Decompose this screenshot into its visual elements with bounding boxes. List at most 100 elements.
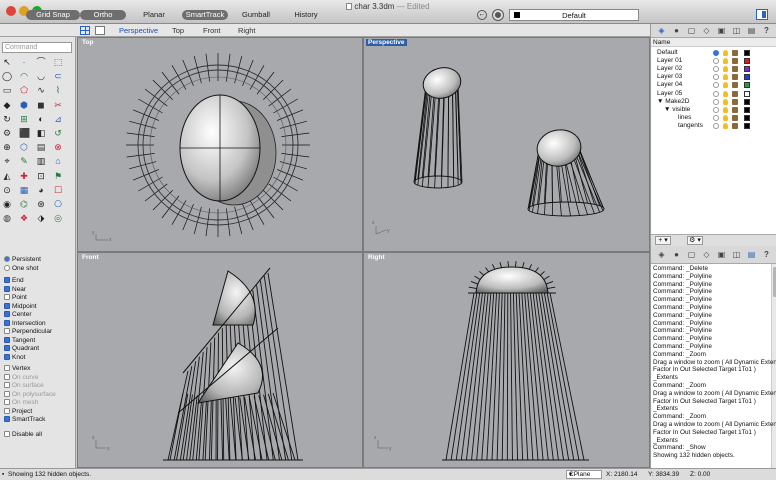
polygon-tool-icon[interactable]: ▭ [2,85,12,95]
osnap-knot[interactable]: Knot [4,353,25,362]
mesh-tool-icon[interactable]: ⬡ [19,142,29,152]
arc-tool-icon[interactable]: ◠ [19,71,29,81]
delete-tool-icon[interactable]: ⊗ [53,142,63,152]
checkbox-icon[interactable] [4,416,10,422]
lock-icon[interactable] [732,66,738,73]
osnap-one-shot[interactable]: One shot [4,264,38,273]
command-history-tab-icon[interactable]: ▤ [747,250,756,259]
current-layer-radio-icon[interactable] [713,74,719,81]
shade-tool-icon[interactable]: ◐ [36,114,46,124]
house-tool-icon[interactable]: ⌂ [53,156,63,166]
current-layer-dropdown[interactable]: Default [509,9,639,21]
grid-snap-toggle[interactable]: Grid Snap [26,10,80,20]
checkbox-icon[interactable] [4,390,10,397]
visibility-bulb-icon[interactable] [723,90,728,97]
layer-row[interactable]: Layer 03 [651,73,776,81]
current-layer-radio-icon[interactable] [713,50,719,56]
lock-icon[interactable] [732,58,738,65]
visibility-bulb-icon[interactable] [723,74,728,81]
layer-row[interactable]: Layer 02 [651,65,776,73]
tab-top[interactable]: Top [172,26,184,35]
pentagon-tool-icon[interactable]: ⬠ [19,85,29,95]
layer-row[interactable]: Layer 04 [651,81,776,89]
checkbox-icon[interactable] [4,345,10,351]
viewport-front[interactable]: z x Front [77,252,363,468]
radio-icon[interactable] [4,264,10,271]
extrude-tool-icon[interactable]: ◼ [36,100,46,110]
current-layer-radio-icon[interactable] [713,114,719,121]
ortho-toggle[interactable]: Ortho [80,10,126,20]
help-tab-icon[interactable]: ? [762,26,771,35]
osnap-disable-all[interactable]: Disable all [4,430,42,439]
history-toggle[interactable]: History [284,10,328,20]
tab-right[interactable]: Right [238,26,256,35]
grid-tool-icon[interactable]: ▦ [19,185,29,195]
add-layer-icon[interactable]: + ▾ [655,236,671,245]
layer-color-swatch[interactable] [744,66,750,73]
layer-tool-icon[interactable]: ▤ [36,142,46,152]
layer-row[interactable]: Layer 01 [651,57,776,65]
layers-tab-icon[interactable]: ◈ [657,26,666,35]
layer-row[interactable]: Default [651,49,776,57]
visibility-bulb-icon[interactable] [723,66,728,73]
layer-row[interactable]: lines [651,114,776,122]
layer-color-swatch[interactable] [744,98,750,105]
split-tool-icon[interactable]: ◧ [36,128,46,138]
properties-tab-icon-2[interactable]: ● [672,250,681,259]
viewport-label-front[interactable]: Front [80,254,101,261]
viewport-perspective[interactable]: z y Perspective [363,37,650,252]
visibility-bulb-icon[interactable] [723,50,728,56]
viewport-label-right[interactable]: Right [366,254,387,261]
notes-tab-icon[interactable]: ▤ [747,26,756,35]
solid-box-tool-icon[interactable]: ◆ [2,100,12,110]
visibility-bulb-icon[interactable] [723,122,728,129]
freeform-tool-icon[interactable]: ∿ [36,85,46,95]
planar-toggle[interactable]: Planar [134,10,174,20]
pyramid-tool-icon[interactable]: ⬗ [36,213,46,223]
layer-color-swatch[interactable] [744,114,750,121]
layer-color-swatch[interactable] [744,122,750,129]
layer-color-swatch[interactable] [744,50,750,56]
lock-icon[interactable] [732,82,738,89]
blend-tool-icon[interactable]: ❖ [19,213,29,223]
current-layer-radio-icon[interactable] [713,58,719,65]
viewport-label-top[interactable]: Top [80,39,95,46]
radio-icon[interactable] [4,256,10,262]
arc2-tool-icon[interactable]: ◡ [36,71,46,81]
trim-tool-icon[interactable]: ✂ [53,100,63,110]
snap-tool-icon[interactable]: ⌖ [2,156,12,166]
layer-row[interactable]: Layer 05 [651,90,776,98]
sidebar-toggle-icon[interactable] [756,9,768,20]
curve-tool-icon[interactable]: ⌒ [36,57,46,67]
sphere-tool-icon[interactable]: ◉ [2,199,12,209]
current-layer-radio-icon[interactable] [713,82,719,89]
ellipse-tool-icon[interactable]: ⊂ [53,71,63,81]
material-tool-icon[interactable]: ◎ [53,213,63,223]
render-tab-icon-2[interactable]: ◫ [732,250,741,259]
visibility-bulb-icon[interactable] [723,82,728,89]
layer-row[interactable]: tangents [651,122,776,130]
checkbox-icon[interactable] [4,328,10,334]
lock-icon[interactable] [732,74,738,81]
checkbox-icon[interactable] [4,319,10,326]
viewport-right[interactable]: z y Right [363,252,650,468]
properties-tab-icon[interactable]: ● [672,26,681,35]
tab-perspective[interactable]: Perspective [119,26,158,35]
lock-icon[interactable] [732,122,738,129]
display-tab-icon-2[interactable]: ▢ [687,250,696,259]
osnap-smarttrack[interactable]: SmartTrack [4,415,45,424]
layer-color-swatch[interactable] [744,82,750,89]
command-history[interactable]: Command: _Delete Command: _Polyline Comman… [651,264,776,468]
current-layer-radio-icon[interactable] [713,66,719,73]
add-tool-icon[interactable]: ✚ [19,171,29,181]
dot-tool-icon[interactable]: ◍ [2,213,12,223]
checkbox-icon[interactable] [4,430,10,437]
checkbox-icon[interactable] [4,302,10,309]
frame-tool-icon[interactable]: ⊡ [36,171,46,181]
checkbox-icon[interactable] [4,407,10,414]
flag-tool-icon[interactable]: ⚑ [53,171,63,181]
single-viewport-icon[interactable] [95,26,105,35]
current-layer-radio-icon[interactable] [713,106,719,113]
help-tab-icon-2[interactable]: ? [762,250,771,259]
command-input[interactable]: Command [2,42,72,53]
